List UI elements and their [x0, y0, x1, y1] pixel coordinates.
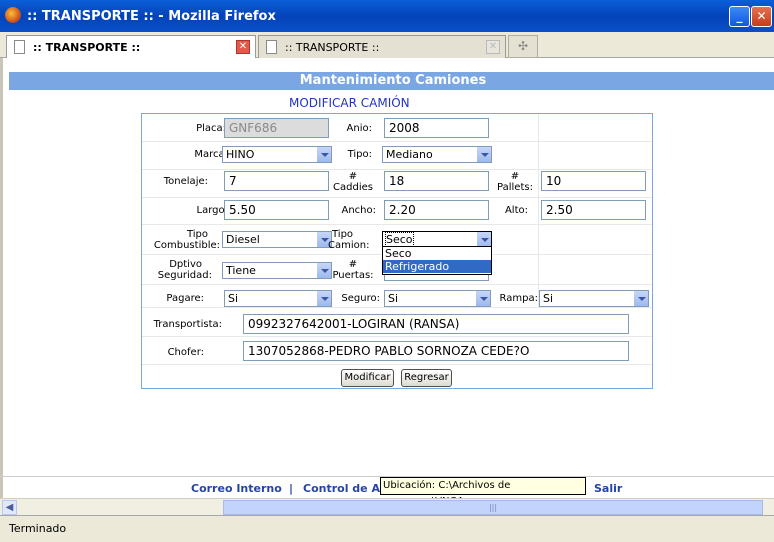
camion-dropdown-list: Seco Refrigerado [382, 246, 492, 275]
largo-label: Largo: [196, 205, 228, 216]
combustible-label: Tipo Combustible: [153, 229, 220, 251]
row-divider [142, 224, 652, 225]
seguro-label: Seguro: [341, 293, 380, 304]
modificar-button[interactable]: Modificar [341, 369, 394, 387]
pagare-label: Pagare: [166, 293, 204, 304]
dptivo-select[interactable]: Tiene [222, 262, 332, 279]
page-icon [14, 40, 25, 54]
tab-transporte-2[interactable]: :: TRANSPORTE :: ✕ [258, 35, 506, 58]
placa-field[interactable]: GNF686 [224, 118, 329, 138]
tonelaje-label: Tonelaje: [163, 176, 208, 187]
window-title: :: TRANSPORTE :: - Mozilla Firefox [27, 9, 276, 24]
location-tooltip: Ubicación: C:\Archivos de programa\VNC4 [380, 477, 586, 507]
dptivo-value: Tiene [226, 264, 256, 277]
control-link[interactable]: Control de As [303, 482, 387, 495]
tab-close-icon[interactable]: ✕ [236, 40, 250, 54]
correo-interno-link[interactable]: Correo Interno [191, 482, 282, 495]
row-divider [142, 169, 652, 170]
firefox-logo-icon [5, 7, 21, 23]
pagare-value: Si [228, 292, 239, 305]
status-text: Terminado [9, 522, 67, 535]
transportista-field[interactable]: 0992327642001-LOGIRAN (RANSA) [243, 314, 629, 334]
chevron-down-icon[interactable] [316, 147, 331, 162]
camion-option-refrigerado[interactable]: Refrigerado [383, 260, 491, 273]
tab-label: :: TRANSPORTE :: [285, 41, 380, 54]
row-divider [142, 307, 652, 308]
seguro-value: Si [388, 292, 399, 305]
row-divider [142, 336, 652, 337]
close-icon[interactable]: ✕ [751, 6, 772, 27]
tab-bar: :: TRANSPORTE :: ✕ :: TRANSPORTE :: ✕ ✣ [0, 32, 774, 59]
largo-field[interactable]: 5.50 [224, 200, 329, 220]
chevron-down-icon[interactable] [475, 291, 490, 306]
tab-label: :: TRANSPORTE :: [33, 41, 141, 54]
tab-close-icon[interactable]: ✕ [486, 40, 500, 54]
scroll-left-icon[interactable]: ◀ [2, 500, 17, 515]
page-header: Mantenimiento Camiones [9, 72, 774, 90]
horizontal-scrollbar[interactable]: ◀ ||| [0, 498, 774, 515]
row-divider [142, 284, 652, 285]
anio-field[interactable]: 2008 [384, 118, 489, 138]
form-title: MODIFICAR CAMIÓN [289, 96, 410, 110]
page-icon [266, 40, 277, 54]
tab-transporte-1[interactable]: :: TRANSPORTE :: ✕ [6, 35, 256, 59]
anio-label: Anio: [346, 123, 372, 134]
chofer-field[interactable]: 1307052868-PEDRO PABLO SORNOZA CEDE?O [243, 341, 629, 361]
row-divider [142, 141, 652, 142]
marca-select[interactable]: HINO [222, 146, 332, 163]
marca-label: Marca: [194, 149, 228, 160]
caddies-field[interactable]: 18 [384, 171, 489, 191]
scrollbar-thumb[interactable]: ||| [223, 500, 763, 515]
rampa-select[interactable]: Si [539, 290, 649, 307]
row-divider [142, 197, 652, 198]
combustible-select[interactable]: Diesel [222, 231, 332, 248]
chevron-down-icon[interactable] [476, 232, 491, 247]
col-divider [538, 114, 539, 307]
minimize-icon[interactable]: _ [729, 6, 750, 27]
dptivo-label: Dptivo Seguridad: [157, 259, 212, 281]
camion-value: Seco [385, 232, 414, 247]
chevron-down-icon[interactable] [633, 291, 648, 306]
page-content: Mantenimiento Camiones MODIFICAR CAMIÓN … [0, 58, 774, 498]
footer-separator: | [289, 482, 294, 495]
seguro-select[interactable]: Si [384, 290, 491, 307]
salir-link[interactable]: Salir [594, 482, 622, 495]
tipo-label: Tipo: [347, 149, 372, 160]
marca-value: HINO [226, 148, 255, 161]
window-titlebar: :: TRANSPORTE :: - Mozilla Firefox _ ✕ [0, 0, 774, 32]
pallets-field[interactable]: 10 [541, 171, 646, 191]
regresar-button[interactable]: Regresar [401, 369, 452, 387]
chofer-label: Chofer: [167, 347, 204, 358]
pagare-select[interactable]: Si [224, 290, 332, 307]
ancho-field[interactable]: 2.20 [384, 200, 489, 220]
placa-label: Placa: [196, 123, 226, 134]
transportista-label: Transportista: [153, 319, 222, 330]
pallets-label: # Pallets: [497, 171, 533, 193]
chevron-down-icon[interactable] [316, 291, 331, 306]
combustible-value: Diesel [226, 233, 260, 246]
rampa-label: Rampa: [499, 293, 538, 304]
status-bar: Terminado [0, 515, 774, 542]
ancho-label: Ancho: [341, 205, 376, 216]
chevron-down-icon[interactable] [476, 147, 491, 162]
alto-label: Alto: [504, 205, 528, 216]
tipo-select[interactable]: Mediano [382, 146, 492, 163]
new-tab-icon[interactable]: ✣ [508, 35, 538, 58]
alto-field[interactable]: 2.50 [541, 200, 646, 220]
tonelaje-field[interactable]: 7 [224, 171, 329, 191]
camion-label: Tipo Camion: [328, 229, 370, 251]
row-divider [142, 364, 652, 365]
camion-option-seco[interactable]: Seco [383, 247, 491, 260]
caddies-label: # Caddies [333, 171, 373, 193]
puertas-label: # Puertas: [332, 259, 374, 281]
tipo-value: Mediano [386, 148, 433, 161]
rampa-value: Si [543, 292, 554, 305]
